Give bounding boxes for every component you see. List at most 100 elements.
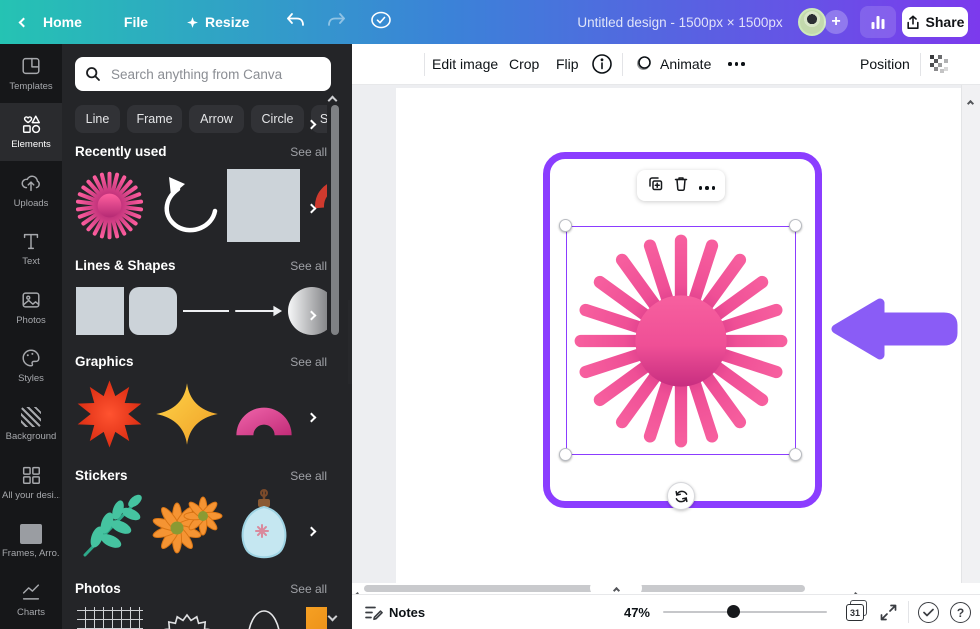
saved-status-button[interactable]: [918, 602, 939, 623]
selection-mini-toolbar: [637, 170, 725, 201]
recent-starburst-thumb[interactable]: [73, 166, 146, 245]
sidebar-item-frames-arrows[interactable]: Frames, Arro...: [0, 512, 62, 571]
upload-cloud-icon: [20, 172, 42, 194]
edit-image-button[interactable]: Edit image: [432, 44, 498, 84]
chip-frame[interactable]: Frame: [127, 105, 182, 133]
purple-arrow-element[interactable]: [828, 296, 960, 362]
add-member-button[interactable]: +: [824, 10, 848, 34]
duplicate-icon: [647, 175, 664, 192]
shape-square-thumb[interactable]: [76, 287, 124, 335]
sidebar-item-templates[interactable]: Templates: [0, 44, 62, 103]
zoom-slider-thumb[interactable]: [727, 605, 740, 618]
delete-button[interactable]: [673, 175, 689, 197]
sidebar-item-photos[interactable]: Photos: [0, 278, 62, 337]
rotate-icon: [674, 489, 689, 504]
styles-palette-icon: [20, 347, 42, 369]
undo-button[interactable]: [285, 11, 305, 34]
arrow-line-graphic: [235, 304, 283, 318]
shape-arrow-thumb[interactable]: [235, 282, 283, 340]
sidebar-item-charts[interactable]: Charts: [0, 571, 62, 629]
home-button[interactable]: Home: [43, 14, 82, 30]
canvas-horizontal-scrollbar[interactable]: [352, 583, 961, 594]
scroll-up-icon[interactable]: [968, 93, 973, 111]
photo-orange-thumb[interactable]: [304, 605, 327, 629]
resize-handle-top-left[interactable]: [559, 219, 572, 232]
info-icon: [591, 53, 613, 75]
see-all-link[interactable]: See all: [290, 259, 327, 273]
sidebar-item-all-your-designs[interactable]: All your desi...: [0, 454, 62, 513]
canvas-vertical-scrollbar[interactable]: [961, 85, 980, 583]
shapes-scroll-right-icon[interactable]: [308, 306, 315, 324]
help-button[interactable]: ?: [950, 602, 971, 623]
info-button[interactable]: [591, 44, 613, 84]
chip-line[interactable]: Line: [75, 105, 120, 133]
orange-photo-graphic: [306, 607, 328, 629]
sticker-leaf-thumb[interactable]: [73, 488, 146, 568]
search-bar[interactable]: [75, 57, 331, 91]
top-bar: Home File Resize Untitled design - 1500p…: [0, 0, 980, 44]
resize-handle-bottom-right[interactable]: [789, 448, 802, 461]
panel-scroll-down-icon[interactable]: [329, 607, 336, 625]
recent-square-thumb[interactable]: [227, 169, 300, 242]
graphics-scroll-right-icon[interactable]: [308, 408, 315, 426]
recent-scroll-right-icon[interactable]: [308, 199, 315, 217]
selection-more-button[interactable]: [699, 177, 716, 195]
resize-handle-top-right[interactable]: [789, 219, 802, 232]
section-graphics: Graphics See all: [75, 354, 327, 369]
more-icon: [728, 62, 745, 66]
more-options-button[interactable]: [728, 44, 745, 84]
elements-panel: Line Frame Arrow Circle Square Recently …: [62, 44, 352, 629]
insights-button[interactable]: [860, 6, 896, 38]
resize-button[interactable]: Resize: [186, 14, 249, 30]
pages-view-button[interactable]: 31: [846, 602, 867, 621]
duplicate-button[interactable]: [647, 175, 664, 197]
horizontal-scrollbar-thumb[interactable]: [364, 585, 805, 592]
resize-handle-bottom-left[interactable]: [559, 448, 572, 461]
panel-scrollbar-thumb[interactable]: [331, 105, 339, 335]
orange-flower-graphic: [151, 492, 223, 564]
chip-arrow[interactable]: Arrow: [189, 105, 244, 133]
notes-button[interactable]: Notes: [389, 605, 425, 620]
cloud-saved-button[interactable]: [369, 10, 393, 35]
rotate-handle[interactable]: [667, 482, 695, 510]
see-all-link[interactable]: See all: [290, 355, 327, 369]
file-menu[interactable]: File: [124, 14, 148, 30]
see-all-link[interactable]: See all: [290, 582, 327, 596]
animate-button[interactable]: Animate: [633, 44, 711, 84]
search-input[interactable]: [109, 66, 321, 83]
avatar[interactable]: [798, 8, 826, 36]
photo-grid-thumb[interactable]: [73, 605, 146, 629]
zoom-level[interactable]: 47%: [610, 605, 650, 620]
back-icon[interactable]: [20, 13, 27, 31]
graphic-arch-thumb[interactable]: [227, 374, 300, 454]
photo-spiky-thumb[interactable]: [150, 607, 223, 629]
sidebar-item-uploads[interactable]: Uploads: [0, 161, 62, 220]
chip-circle[interactable]: Circle: [251, 105, 304, 133]
redo-button[interactable]: [327, 11, 347, 34]
recent-curved-arrow-thumb[interactable]: [150, 166, 223, 245]
shape-line-thumb[interactable]: [182, 282, 230, 340]
position-button[interactable]: Position: [860, 44, 910, 84]
charts-icon: [20, 581, 42, 603]
photo-oval-thumb[interactable]: [227, 606, 300, 629]
sidebar-item-text[interactable]: Text: [0, 220, 62, 279]
sidebar-item-background[interactable]: Background: [0, 395, 62, 454]
sticker-flower-thumb[interactable]: [150, 488, 223, 568]
sidebar-item-styles[interactable]: Styles: [0, 337, 62, 396]
share-button[interactable]: Share: [902, 7, 968, 37]
flip-button[interactable]: Flip: [556, 44, 579, 84]
stickers-scroll-right-icon[interactable]: [308, 522, 315, 540]
sticker-ornament-thumb[interactable]: [227, 488, 300, 568]
graphic-red-star-thumb[interactable]: [73, 374, 146, 454]
fullscreen-button[interactable]: [880, 604, 897, 621]
graphic-sparkle-thumb[interactable]: [150, 374, 223, 454]
sidebar-rail: Templates Elements Uploads Text: [0, 44, 62, 629]
see-all-link[interactable]: See all: [290, 469, 327, 483]
transparency-button[interactable]: [930, 44, 948, 84]
zoom-slider-track[interactable]: [663, 611, 827, 613]
sidebar-item-elements[interactable]: Elements: [0, 103, 62, 162]
chips-scroll-right-icon[interactable]: [308, 115, 315, 133]
shape-rounded-square-thumb[interactable]: [129, 287, 177, 335]
crop-button[interactable]: Crop: [509, 44, 539, 84]
see-all-link[interactable]: See all: [290, 145, 327, 159]
